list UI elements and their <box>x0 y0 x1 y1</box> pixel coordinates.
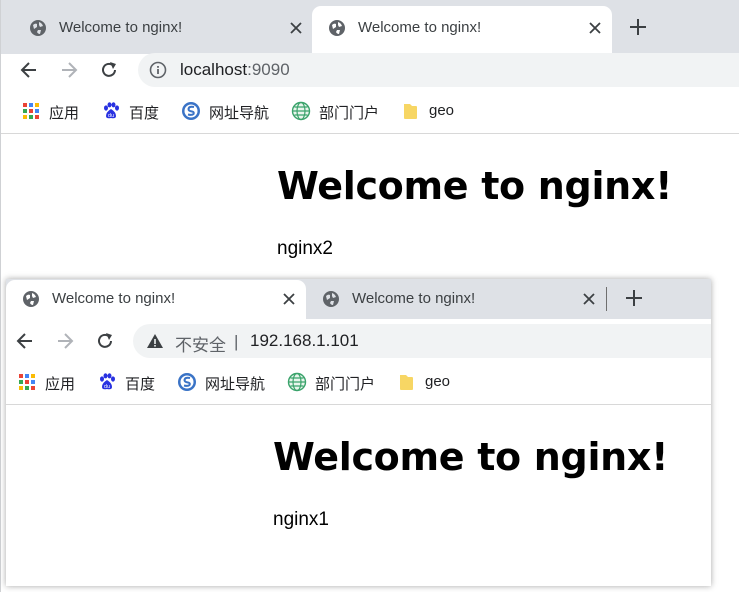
close-icon[interactable] <box>584 17 606 39</box>
url-text[interactable]: 192.168.1.101 <box>250 331 359 351</box>
bookmark-label: geo <box>425 373 451 390</box>
bookmarks-bar: 应用 du 百度 网址导航 部门门户 geo <box>6 361 711 405</box>
info-icon[interactable] <box>149 61 167 79</box>
svg-text:du: du <box>108 113 114 119</box>
tab-strip: Welcome to nginx! Welcome to nginx! <box>1 0 739 54</box>
toolbar: 不安全 | 192.168.1.101 <box>6 319 711 361</box>
tab-welcome-nginx-2[interactable]: Welcome to nginx! <box>312 6 612 54</box>
close-icon[interactable] <box>278 288 300 310</box>
globe-icon <box>23 291 39 307</box>
tab-welcome-nginx-2[interactable]: Welcome to nginx! <box>306 280 606 319</box>
page-heading: Welcome to nginx! <box>277 164 673 208</box>
bookmark-label: 网址导航 <box>205 376 266 393</box>
baidu-paw-icon: du <box>104 102 119 119</box>
tab-title: Welcome to nginx! <box>52 290 176 307</box>
bookmark-label: geo <box>429 102 455 119</box>
bookmarks-bar: 应用 du 百度 网址导航 部门门户 geo <box>1 90 739 134</box>
close-icon[interactable] <box>285 17 307 39</box>
toolbar: localhost:9090 <box>1 53 739 90</box>
tab-welcome-nginx-1[interactable]: Welcome to nginx! <box>13 6 313 54</box>
apps-grid-icon <box>23 103 39 119</box>
page-heading: Welcome to nginx! <box>273 435 669 479</box>
folder-icon <box>404 104 417 119</box>
bookmark-label: 网址导航 <box>209 105 270 122</box>
forward-arrow-icon[interactable] <box>54 330 76 352</box>
bookmark-label: 百度 <box>125 376 156 393</box>
bookmark-label: 部门门户 <box>315 376 376 393</box>
url-port: :9090 <box>247 60 290 79</box>
tab-title: Welcome to nginx! <box>352 290 476 307</box>
forward-arrow-icon[interactable] <box>58 59 80 81</box>
bookmark-label: 应用 <box>49 105 80 122</box>
url-host: localhost <box>180 60 248 79</box>
back-arrow-icon[interactable] <box>18 59 40 81</box>
apps-grid-icon <box>19 374 35 390</box>
bookmark-label: 百度 <box>129 105 160 122</box>
warning-icon[interactable] <box>146 332 164 350</box>
bookmark-label: 应用 <box>45 376 76 393</box>
tab-title: Welcome to nginx! <box>358 19 482 36</box>
page-text: nginx2 <box>277 238 333 259</box>
page-content: Welcome to nginx! nginx1 <box>6 405 711 586</box>
tab-divider <box>606 287 607 311</box>
sogou-icon <box>182 102 200 120</box>
reload-icon[interactable] <box>94 330 116 352</box>
globe-icon <box>329 20 345 36</box>
tab-title: Welcome to nginx! <box>59 19 183 36</box>
back-arrow-icon[interactable] <box>14 330 36 352</box>
browser-window-192-168-1-101: Welcome to nginx! Welcome to nginx! 不安全 … <box>6 279 711 586</box>
sogou-icon <box>178 373 196 391</box>
globe-icon <box>323 291 339 307</box>
address-bar[interactable]: localhost:9090 <box>138 53 739 87</box>
folder-icon <box>400 375 413 390</box>
globe-icon <box>287 372 307 392</box>
close-icon[interactable] <box>578 288 600 310</box>
not-secure-label: 不安全 <box>175 336 226 355</box>
tab-welcome-nginx-1[interactable]: Welcome to nginx! <box>6 280 306 319</box>
baidu-paw-icon: du <box>100 373 115 390</box>
globe-icon <box>291 101 311 121</box>
new-tab-icon[interactable] <box>623 287 645 309</box>
svg-text:du: du <box>104 384 110 390</box>
page-text: nginx1 <box>273 509 329 530</box>
tab-strip: Welcome to nginx! Welcome to nginx! <box>6 279 711 319</box>
omnibox-separator: | <box>234 332 239 351</box>
url-text[interactable]: localhost:9090 <box>180 60 290 80</box>
reload-icon[interactable] <box>98 59 120 81</box>
globe-icon <box>30 20 46 36</box>
bookmark-label: 部门门户 <box>319 105 380 122</box>
new-tab-icon[interactable] <box>627 16 649 38</box>
address-bar[interactable]: 不安全 | 192.168.1.101 <box>133 324 711 358</box>
